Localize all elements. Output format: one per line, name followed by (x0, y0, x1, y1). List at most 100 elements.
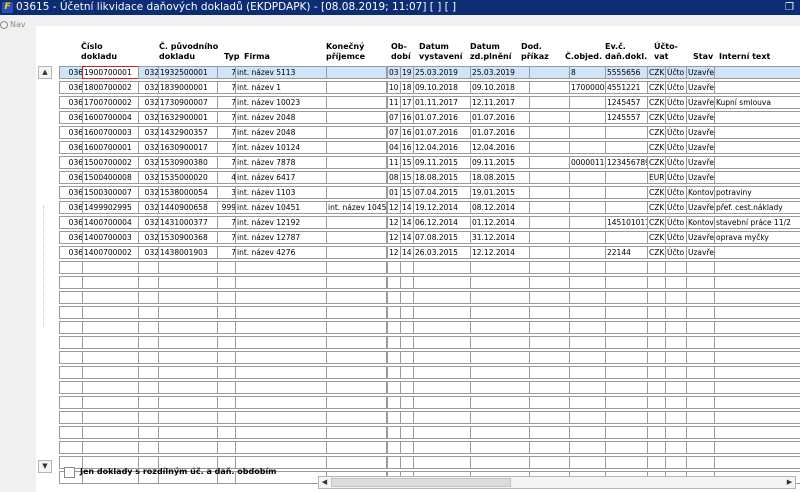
table-row[interactable]: 036 1400700003 032 1530900368 7 int. název 12… (59, 231, 800, 244)
cell-internal-text[interactable] (714, 276, 800, 289)
cell-tax-date[interactable] (470, 321, 531, 334)
cell-orig-doc-number[interactable] (158, 426, 220, 439)
cell-tax-date[interactable]: 12.04.2016 (470, 141, 531, 154)
column-header[interactable]: Firma (244, 42, 270, 62)
table-row[interactable]: 036 1500300007 032 1538000054 3 int. název 11… (59, 186, 800, 199)
cell-delivery-order[interactable] (529, 201, 571, 214)
cell-status[interactable]: Uzavře (686, 66, 716, 79)
column-header[interactable]: Dod. příkaz (521, 42, 549, 62)
cell-orig-doc-number[interactable] (158, 306, 220, 319)
vertical-scrollbar[interactable]: ▲ ▼ (38, 66, 52, 473)
different-period-checkbox[interactable] (64, 467, 75, 478)
cell-issue-date[interactable]: 09.10.2018 (413, 81, 473, 94)
cell-doc-number[interactable] (82, 381, 139, 394)
cell-delivery-order[interactable] (529, 396, 571, 409)
scroll-up-icon[interactable]: ▲ (38, 66, 52, 79)
cell-issue-date[interactable] (413, 441, 473, 454)
cell-internal-text[interactable] (714, 66, 800, 79)
cell-doc-number[interactable] (82, 426, 139, 439)
cell-status[interactable] (686, 396, 716, 409)
cell-orig-doc-number[interactable] (158, 276, 220, 289)
cell-internal-text[interactable] (714, 441, 800, 454)
cell-delivery-order[interactable] (529, 66, 571, 79)
cell-company[interactable]: int. název 1 (235, 81, 327, 94)
cell-tax-doc-number[interactable] (605, 261, 649, 274)
cell-company[interactable]: int. název 2048 (235, 111, 327, 124)
cell-orig-doc-number[interactable]: 1432900357 (158, 126, 220, 139)
table-row[interactable]: 036 1500400008 032 1535000020 4 int. název 64… (59, 171, 800, 184)
cell-order-number[interactable] (569, 216, 608, 229)
cell-issue-date[interactable] (413, 381, 473, 394)
cell-tax-date[interactable] (470, 276, 531, 289)
cell-tax-doc-number[interactable] (605, 441, 649, 454)
cell-doc-number[interactable]: 1500400008 (82, 171, 139, 184)
cell-tax-date[interactable] (470, 426, 531, 439)
cell-order-number[interactable] (569, 321, 608, 334)
cell-issue-date[interactable] (413, 336, 473, 349)
cell-delivery-order[interactable] (529, 246, 571, 259)
cell-final-recipient[interactable] (326, 411, 387, 424)
cell-order-number[interactable]: 8 (569, 66, 608, 79)
cell-delivery-order[interactable] (529, 96, 571, 109)
cell-orig-doc-number[interactable] (158, 291, 220, 304)
cell-order-number[interactable] (569, 306, 608, 319)
cell-issue-date[interactable] (413, 261, 473, 274)
cell-delivery-order[interactable] (529, 306, 571, 319)
cell-issue-date[interactable] (413, 291, 473, 304)
cell-status[interactable] (686, 321, 716, 334)
cell-tax-date[interactable]: 01.12.2014 (470, 216, 531, 229)
cell-final-recipient[interactable] (326, 81, 387, 94)
cell-tax-doc-number[interactable] (605, 231, 649, 244)
cell-internal-text[interactable] (714, 351, 800, 364)
cell-tax-doc-number[interactable] (605, 276, 649, 289)
cell-delivery-order[interactable] (529, 261, 571, 274)
cell-tax-doc-number[interactable] (605, 366, 649, 379)
cell-final-recipient[interactable] (326, 336, 387, 349)
scroll-thumb[interactable] (331, 478, 511, 487)
cell-order-number[interactable] (569, 411, 608, 424)
cell-final-recipient[interactable] (326, 366, 387, 379)
cell-status[interactable] (686, 306, 716, 319)
cell-order-number[interactable] (569, 141, 608, 154)
cell-internal-text[interactable] (714, 336, 800, 349)
cell-order-number[interactable] (569, 276, 608, 289)
cell-tax-date[interactable] (470, 441, 531, 454)
cell-tax-date[interactable]: 25.03.2019 (470, 66, 531, 79)
cell-order-number[interactable] (569, 186, 608, 199)
cell-company[interactable] (235, 411, 327, 424)
table-row[interactable] (59, 381, 800, 394)
cell-issue-date[interactable]: 09.11.2015 (413, 156, 473, 169)
cell-delivery-order[interactable] (529, 336, 571, 349)
cell-tax-doc-number[interactable] (605, 351, 649, 364)
cell-internal-text[interactable] (714, 156, 800, 169)
cell-company[interactable]: int. název 12192 (235, 216, 327, 229)
cell-final-recipient[interactable] (326, 306, 387, 319)
cell-orig-doc-number[interactable] (158, 321, 220, 334)
cell-doc-number[interactable]: 1600700003 (82, 126, 139, 139)
table-row[interactable] (59, 336, 800, 349)
cell-status[interactable]: Uzavře (686, 111, 716, 124)
cell-delivery-order[interactable] (529, 456, 571, 469)
cell-issue-date[interactable]: 12.04.2016 (413, 141, 473, 154)
cell-status[interactable] (686, 291, 716, 304)
cell-final-recipient[interactable] (326, 396, 387, 409)
column-header[interactable]: Číslo dokladu (81, 42, 117, 62)
cell-internal-text[interactable]: stavební práce 11/2 (714, 216, 800, 229)
cell-doc-number[interactable]: 1800700002 (82, 81, 139, 94)
cell-final-recipient[interactable] (326, 291, 387, 304)
table-row[interactable] (59, 366, 800, 379)
restore-icon[interactable]: ❐ (785, 1, 794, 14)
cell-orig-doc-number[interactable] (158, 411, 220, 424)
cell-internal-text[interactable] (714, 81, 800, 94)
column-header[interactable]: Č.objed. (565, 42, 602, 62)
cell-tax-doc-number[interactable] (605, 126, 649, 139)
cell-tax-date[interactable]: 09.11.2015 (470, 156, 531, 169)
cell-delivery-order[interactable] (529, 141, 571, 154)
cell-doc-number[interactable]: 1500300007 (82, 186, 139, 199)
cell-tax-doc-number[interactable]: 22144 (605, 246, 649, 259)
cell-orig-doc-number[interactable]: 1438001903 (158, 246, 220, 259)
cell-order-number[interactable] (569, 456, 608, 469)
cell-final-recipient[interactable] (326, 156, 387, 169)
cell-tax-date[interactable] (470, 456, 531, 469)
cell-internal-text[interactable]: přef. cest.náklady (714, 201, 800, 214)
